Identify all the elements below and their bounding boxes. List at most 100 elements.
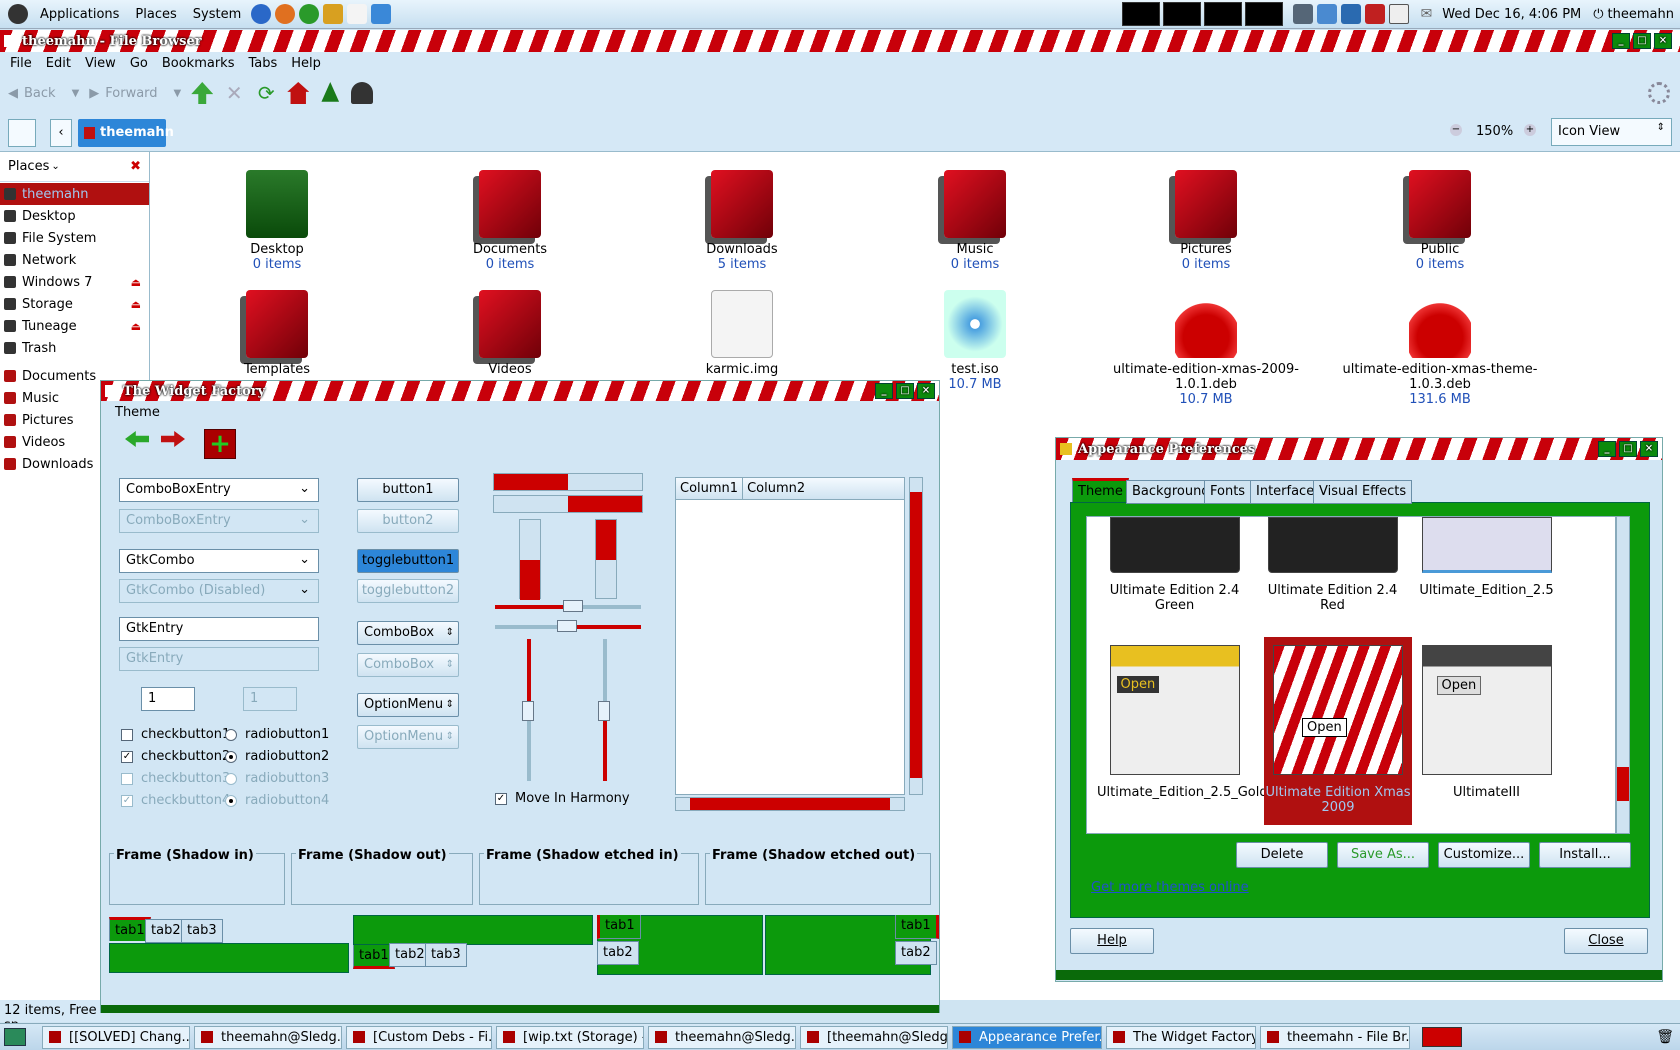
taskbar-button[interactable]: [wip.txt (Storage) -...	[496, 1025, 644, 1049]
notebook-right-tab2[interactable]: tab2	[895, 941, 937, 965]
reload-icon[interactable]: ⟳	[255, 82, 277, 104]
up-arrow-icon[interactable]	[191, 82, 214, 104]
theme-item-selected[interactable]: Open Ultimate Edition Xmas 2009	[1264, 637, 1412, 825]
distro-logo-icon[interactable]	[8, 4, 28, 24]
widget-factory-titlebar[interactable]: The Widget Factory _ □ ×	[101, 381, 939, 401]
theme-item[interactable]: Ultimate Edition 2.4 Red	[1255, 517, 1410, 613]
close-button[interactable]: ×	[1654, 33, 1672, 49]
gtk-combo[interactable]: GtkCombo ⌄	[119, 549, 319, 573]
eject-icon[interactable]: ⏏	[131, 320, 141, 333]
file-item[interactable]: Downloads 5 items	[642, 170, 842, 272]
maximize-button[interactable]: □	[1633, 33, 1651, 49]
horizontal-scale-1[interactable]	[495, 600, 641, 612]
menu-go[interactable]: Go	[123, 56, 155, 71]
places-header[interactable]: Places ⌄ ✖	[0, 152, 149, 182]
close-sidebar-icon[interactable]: ✖	[130, 159, 141, 174]
close-button[interactable]: ×	[1640, 441, 1658, 457]
taskbar-button[interactable]: [theemahn@Sledg...	[800, 1025, 948, 1049]
notebook-bottom-tab3[interactable]: tab3	[425, 943, 467, 967]
update-tray-icon[interactable]	[1364, 4, 1385, 24]
system-menu[interactable]: System	[185, 7, 249, 22]
chevron-down-icon[interactable]: ⌄	[299, 552, 310, 567]
horizontal-scrollbar[interactable]	[675, 797, 905, 811]
chevron-down-icon[interactable]: ⌄	[299, 481, 310, 496]
tab-interface[interactable]: Interface	[1250, 480, 1321, 504]
scrollbar-thumb[interactable]	[910, 492, 922, 778]
path-home-button[interactable]: theemahn	[78, 119, 174, 147]
sidebar-item-desktop[interactable]: Desktop	[0, 205, 149, 227]
computer-tree-icon[interactable]	[321, 82, 340, 102]
file-item[interactable]: ultimate-edition-xmas-theme-1.0.3.deb 131…	[1340, 290, 1540, 407]
menu-bookmarks[interactable]: Bookmarks	[155, 56, 242, 71]
sidebar-item-network[interactable]: Network	[0, 249, 149, 271]
gtk-entry[interactable]: GtkEntry	[119, 617, 319, 641]
back-arrow-icon[interactable]	[125, 431, 149, 447]
applications-menu[interactable]: Applications	[32, 7, 127, 22]
power-icon[interactable]: ⏻	[1593, 7, 1603, 22]
theme-item[interactable]: Open Ultimate_Edition_2.5_Gold	[1097, 645, 1268, 800]
browser-launcher-icon[interactable]	[251, 4, 272, 24]
sidebar-item-storage[interactable]: Storage ⏏	[0, 293, 149, 315]
places-menu[interactable]: Places	[127, 7, 184, 22]
minimize-button[interactable]: _	[1598, 441, 1616, 457]
delete-button[interactable]: Delete	[1236, 842, 1328, 868]
theme-item[interactable]: Ultimate Edition 2.4 Green	[1097, 517, 1252, 613]
back-button[interactable]: ◀ Back ▼	[8, 86, 79, 101]
eject-icon[interactable]: ⏏	[131, 298, 141, 311]
close-button[interactable]: ×	[917, 383, 935, 399]
horizontal-scale-2[interactable]	[495, 620, 641, 632]
minimize-button[interactable]: _	[875, 383, 893, 399]
notebook-right-tab1[interactable]: tab1	[895, 915, 939, 939]
view-mode-select[interactable]: Icon View ⇕	[1551, 118, 1672, 146]
firefox-launcher-icon[interactable]	[275, 4, 296, 24]
taskbar-button[interactable]: The Widget Factory	[1106, 1025, 1256, 1049]
file-item[interactable]: Public 0 items	[1340, 170, 1540, 272]
paint-launcher-icon[interactable]	[347, 4, 368, 24]
mail-icon[interactable]: ✉	[1421, 6, 1433, 22]
sidebar-item-file-system[interactable]: File System	[0, 227, 149, 249]
office-launcher-icon[interactable]	[323, 4, 344, 24]
file-item[interactable]: Desktop 0 items	[177, 170, 377, 272]
checkbutton2[interactable]: ✓ checkbutton2	[121, 749, 230, 764]
scrollbar-thumb[interactable]	[1617, 767, 1629, 801]
tab-fonts[interactable]: Fonts	[1204, 480, 1252, 504]
maximize-button[interactable]: □	[896, 383, 914, 399]
help-button[interactable]: Help	[1070, 928, 1154, 954]
bluetooth-tray-icon[interactable]	[1316, 4, 1337, 24]
add-icon[interactable]: +	[204, 429, 236, 459]
taskbar-button[interactable]: theemahn@Sledg...	[648, 1025, 796, 1049]
path-left-button[interactable]: ‹	[50, 119, 72, 147]
file-item[interactable]: Music 0 items	[875, 170, 1075, 272]
eject-icon[interactable]: ⏏	[131, 276, 141, 289]
keyboard-tray-icon[interactable]	[1388, 4, 1409, 24]
slider-handle[interactable]	[563, 600, 583, 612]
install-button[interactable]: Install...	[1539, 842, 1631, 868]
theme-menu[interactable]: Theme	[115, 405, 160, 420]
move-in-harmony-check[interactable]: ✓ Move In Harmony	[495, 791, 630, 806]
chevron-down-icon[interactable]: ▼	[72, 88, 80, 99]
scrollbar-thumb[interactable]	[690, 798, 890, 810]
theme-list[interactable]: Ultimate Edition 2.4 Green Ultimate Edit…	[1086, 516, 1616, 834]
stop-icon[interactable]: ✕	[223, 82, 245, 104]
maximize-button[interactable]: □	[1619, 441, 1637, 457]
menu-tabs[interactable]: Tabs	[241, 56, 284, 71]
taskbar-button[interactable]: Appearance Prefer...	[952, 1025, 1102, 1049]
user-menu[interactable]: theemahn	[1608, 7, 1674, 22]
tab-background[interactable]: Background	[1126, 480, 1216, 504]
appearance-titlebar[interactable]: Appearance Preferences _ □ ×	[1056, 438, 1662, 460]
customize-button[interactable]: Customize...	[1438, 842, 1530, 868]
slider-handle[interactable]	[557, 620, 577, 632]
zoom-in-button[interactable]: +	[1524, 124, 1536, 136]
taskbar-button[interactable]: [[SOLVED] Chang...	[42, 1025, 190, 1049]
combobox-entry[interactable]: ComboBoxEntry ⌄	[119, 478, 319, 502]
taskbar-button[interactable]: [Custom Debs - Fi...	[346, 1025, 492, 1049]
slider-handle[interactable]	[598, 701, 610, 721]
notebook-left-tab1[interactable]: tab1	[597, 915, 641, 939]
trash-icon[interactable]: 🗑	[1656, 1029, 1674, 1045]
taskbar-button[interactable]: theemahn - File Br...	[1260, 1025, 1410, 1049]
home-icon[interactable]	[287, 82, 310, 104]
network-tray-icon[interactable]	[1292, 4, 1313, 24]
save-as-button[interactable]: Save As...	[1337, 842, 1429, 868]
theme-list-scrollbar[interactable]	[1616, 516, 1630, 834]
checkbutton1[interactable]: checkbutton1	[121, 727, 230, 742]
